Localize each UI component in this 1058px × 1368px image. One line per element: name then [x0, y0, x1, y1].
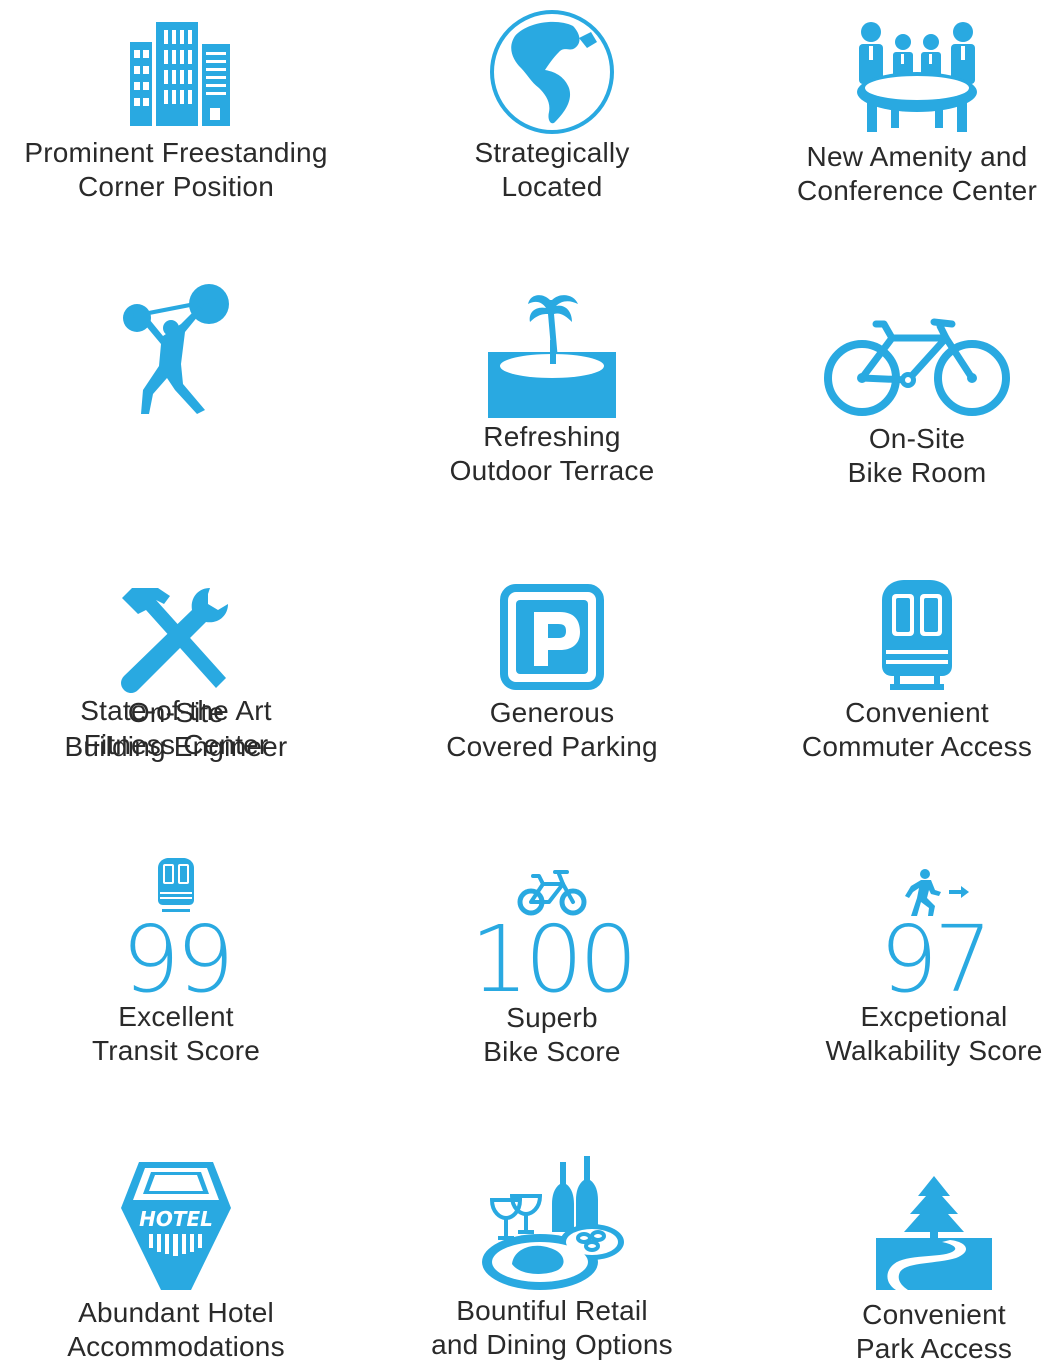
feature-label-line2: Corner Position: [78, 171, 274, 202]
bike-score-value: 100: [470, 906, 638, 1013]
feature-conference-center: New Amenity and Conference Center: [776, 0, 1058, 220]
feature-label-line2: Outdoor Terrace: [449, 455, 655, 486]
feature-commuter-access: Convenient Commuter Access: [776, 580, 1058, 780]
score-label-line2: Walkability Score: [825, 1035, 1043, 1066]
feature-retail-dining: Bountiful Retail and Dining Options: [400, 1156, 704, 1368]
feature-hotel: HOTEL Abundant Hotel Accommodations: [0, 1156, 352, 1368]
feature-outdoor-terrace: Refreshing Outdoor Terrace: [400, 280, 704, 500]
feature-fitness-center: State-of-the Art Fitness Center: [0, 280, 352, 760]
feature-label-line1: Abundant Hotel: [78, 1297, 274, 1328]
feature-label-line2: Park Access: [855, 1333, 1013, 1364]
feature-label-line2: Building Engineer: [64, 731, 288, 762]
feature-strategic-location: Strategically Located: [400, 0, 704, 220]
feature-corner-position: Prominent Freestanding Corner Position: [0, 0, 352, 220]
feature-label-line2: Conference Center: [797, 175, 1037, 206]
feature-label-line1: Convenient: [862, 1299, 1006, 1330]
score-label-line2: Transit Score: [91, 1035, 261, 1066]
feature-park-access: Convenient Park Access: [810, 1156, 1058, 1368]
office-buildings-icon: [118, 22, 234, 126]
svg-text:HOTEL: HOTEL: [139, 1207, 213, 1231]
hammer-wrench-icon: [114, 584, 238, 694]
feature-label-line1: On-Site: [868, 423, 966, 454]
feature-label-line1: Convenient: [845, 697, 989, 728]
feature-label-line1: New Amenity and: [806, 141, 1028, 172]
feature-label-line1: On-Site: [127, 697, 225, 728]
conference-table-icon: [855, 22, 979, 132]
palm-tree-island-icon: [486, 290, 618, 418]
dining-wine-icon: [480, 1156, 624, 1290]
hotel-icon: HOTEL: [119, 1162, 233, 1290]
score-label-line1: Superb: [506, 1002, 598, 1033]
feature-label-line2: Located: [501, 171, 603, 202]
feature-building-engineer: On-Site Building Engineer: [0, 580, 352, 780]
score-label-line1: Excellent: [118, 1001, 234, 1032]
score-label-line2: Bike Score: [483, 1036, 621, 1067]
transit-score-value: 99: [121, 906, 234, 1013]
feature-label-line2: Accommodations: [67, 1331, 285, 1362]
score-bike: 100 Superb Bike Score: [400, 858, 704, 1078]
feature-label-line2: Covered Parking: [446, 731, 658, 762]
score-label-line1: Excpetional: [860, 1001, 1008, 1032]
park-tree-path-icon: [872, 1176, 996, 1290]
score-transit: 99 Excellent Transit Score: [0, 858, 352, 1078]
feature-label-line1: Generous: [489, 697, 615, 728]
feature-label-line1: Strategically: [474, 137, 630, 168]
train-icon: [872, 580, 962, 690]
feature-label-line1: Bountiful Retail: [456, 1295, 648, 1326]
feature-label-line1: Prominent Freestanding: [24, 137, 328, 168]
globe-icon: [487, 8, 617, 136]
score-walkability: 97 Excpetional Walkability Score: [810, 858, 1058, 1078]
feature-label-line2: Bike Room: [847, 457, 987, 488]
train-small-icon: [154, 858, 198, 912]
parking-sign-icon: [500, 584, 604, 690]
feature-bike-room: On-Site Bike Room: [776, 280, 1058, 500]
feature-label-line1: Refreshing: [483, 421, 621, 452]
feature-label-line2: Commuter Access: [801, 731, 1033, 762]
walk-score-value: 97: [879, 906, 992, 1013]
weightlifter-icon: [123, 284, 229, 418]
feature-covered-parking: Generous Covered Parking: [400, 580, 704, 780]
feature-label-line2: and Dining Options: [431, 1329, 673, 1360]
bicycle-icon: [822, 316, 1012, 420]
